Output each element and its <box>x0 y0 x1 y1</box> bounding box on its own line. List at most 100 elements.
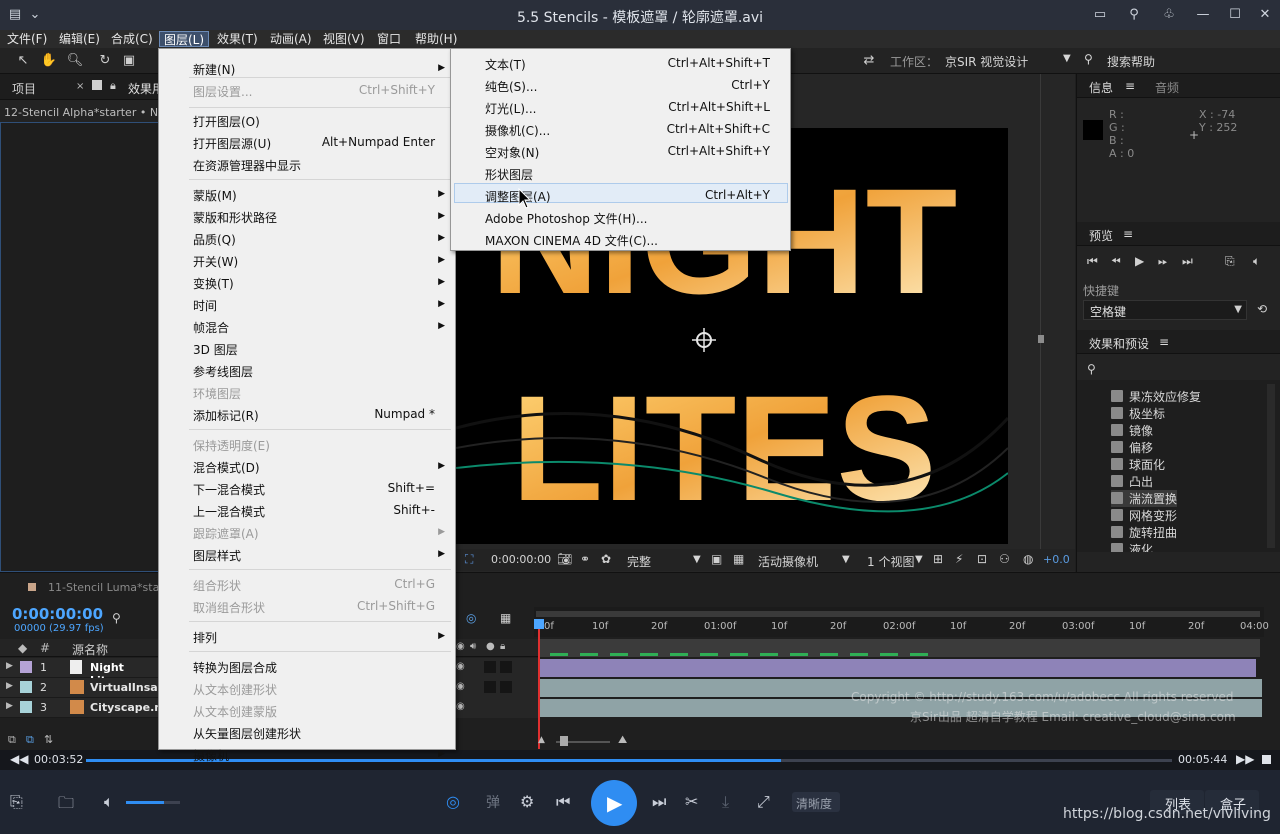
table-row[interactable]: ▶ 2 VirtualInsan <box>0 678 166 698</box>
layer-label-color[interactable] <box>20 681 32 693</box>
layer-label-color[interactable] <box>20 701 32 713</box>
switch-box[interactable] <box>484 661 496 673</box>
layer-menu-item[interactable]: 添加标记(R) Numpad * <box>159 405 455 425</box>
playlist-icon[interactable]: ⎘ <box>10 792 23 812</box>
timeline-link-icon[interactable]: ⊡ <box>977 552 987 566</box>
frame-blend-icon[interactable]: ⇅ <box>44 733 53 746</box>
adjustment-layer-item[interactable]: 调整图层(A) Ctrl+Alt+Y <box>451 185 790 205</box>
effect-item[interactable]: 旋转扭曲 <box>1111 524 1177 541</box>
switch-box[interactable] <box>500 661 512 673</box>
next-frame-icon[interactable]: ⏩︎ <box>1158 254 1168 269</box>
table-row[interactable]: ▶ 3 Cityscape.m <box>0 698 166 718</box>
pin-icon[interactable]: ⚲ <box>1125 6 1143 24</box>
close-icon[interactable]: ✕ <box>1256 6 1274 24</box>
workspace-icon[interactable]: ⇄ <box>858 52 880 70</box>
timeline-timecode[interactable]: 0:00:00:00 <box>12 605 103 623</box>
effect-item[interactable]: 镜像 <box>1111 422 1153 439</box>
settings-sliders-icon[interactable]: ⚙︎ <box>520 792 534 811</box>
workspace-select[interactable]: 京SIR 视觉设计 <box>945 53 1028 70</box>
timeline-search-icon[interactable]: ⚲ <box>112 611 121 625</box>
effect-item[interactable]: 极坐标 <box>1111 405 1165 422</box>
layer-menu-item[interactable]: 开关(W) ▶ <box>159 251 455 271</box>
layer-menu-item[interactable]: 摄像机 ▶ <box>159 745 455 765</box>
switch-box[interactable] <box>500 681 512 693</box>
tab-comp-other[interactable]: 11-Stencil Luma*start <box>48 581 168 594</box>
comp-flow-icon[interactable]: ⧉ <box>8 733 16 747</box>
shy-icon[interactable]: ⧉ <box>26 733 34 747</box>
skin-icon[interactable]: ♧ <box>1160 6 1178 24</box>
expand-icon[interactable]: ▶ <box>6 661 13 671</box>
zoom-slider-thumb[interactable] <box>560 736 568 746</box>
new-layer-item[interactable]: 纯色(S)... Ctrl+Y <box>451 75 790 95</box>
stop-icon[interactable] <box>1262 755 1271 764</box>
tab-info[interactable]: 信息 <box>1089 79 1113 96</box>
effect-item[interactable]: 球面化 <box>1111 456 1165 473</box>
open-folder-icon[interactable]: 🗀︎ <box>58 792 74 819</box>
effects-search-icon[interactable]: ⚲ <box>1087 362 1096 376</box>
first-frame-icon[interactable]: ⏮ <box>1087 254 1098 269</box>
preview-menu-icon[interactable]: ≡ <box>1123 227 1133 241</box>
camera-tool-icon[interactable]: ▣ <box>120 52 138 70</box>
lock-icon[interactable] <box>92 80 102 90</box>
snapshot-icon[interactable]: 📷︎ <box>557 552 572 566</box>
layer-menu-item[interactable]: 时间 ▶ <box>159 295 455 315</box>
layer-menu-item[interactable]: 在资源管理器中显示 <box>159 155 455 175</box>
exposure-value[interactable]: +0.0 <box>1043 553 1070 566</box>
hand-tool-icon[interactable]: ✋ <box>40 52 58 70</box>
message-icon[interactable]: ▭ <box>1091 6 1109 24</box>
menu-edit[interactable]: 编辑(E) <box>55 31 104 47</box>
layer-menu-item[interactable]: 图层样式 ▶ <box>159 545 455 565</box>
maximize-icon[interactable]: ☐ <box>1226 6 1244 24</box>
views-dropdown-icon[interactable]: ▼ <box>915 554 923 565</box>
last-frame-icon[interactable]: ⏭ <box>1182 254 1193 269</box>
3d-mode-icon[interactable]: ◎ <box>446 792 460 811</box>
viewer-timecode[interactable]: 0:00:00:00 <box>491 553 551 566</box>
layer-menu-item[interactable]: 变换(T) ▶ <box>159 273 455 293</box>
play-button[interactable]: ▶ <box>591 780 637 826</box>
rewind-icon[interactable]: ◀◀ <box>10 752 28 766</box>
minimize-icon[interactable]: — <box>1194 6 1212 24</box>
work-area-bar[interactable] <box>536 611 1260 617</box>
layer-menu-item[interactable]: 混合模式(D) ▶ <box>159 457 455 477</box>
quality-button[interactable]: 清晰度 <box>792 792 840 812</box>
resolution-dropdown-icon[interactable]: ▼ <box>693 554 701 565</box>
time-ruler[interactable]: 0f 10f 20f 01:00f 10f 20f 02:00f 10f 20f… <box>534 607 1269 637</box>
transparency-grid-icon[interactable]: ▦ <box>733 552 744 566</box>
new-layer-item[interactable]: MAXON CINEMA 4D 文件(C)... <box>451 229 790 249</box>
layer-menu-item[interactable]: 打开图层(O) <box>159 111 455 131</box>
new-layer-item[interactable]: Adobe Photoshop 文件(H)... <box>451 207 790 227</box>
reset-shortcut-icon[interactable]: ⟲ <box>1257 302 1267 316</box>
audio-preview-icon[interactable]: 🔈︎ <box>1253 254 1260 269</box>
selection-tool-icon[interactable]: ↖ <box>14 52 32 70</box>
eye-icon[interactable]: ◉ <box>456 661 465 672</box>
layer-menu-item[interactable]: 蒙版和形状路径 ▶ <box>159 207 455 227</box>
layer-menu-item[interactable]: 下一混合模式 Shift+= <box>159 479 455 499</box>
layer-menu-item[interactable]: 帧混合 ▶ <box>159 317 455 337</box>
reset-exposure-icon[interactable]: ◍ <box>1023 552 1033 566</box>
effect-item[interactable]: 凸出 <box>1111 473 1153 490</box>
expand-icon[interactable]: ▶ <box>6 681 13 691</box>
layer-menu-item[interactable]: 参考线图层 <box>159 361 455 381</box>
layer-bar-1[interactable] <box>540 659 1256 677</box>
layer-menu-item[interactable]: 排列 ▶ <box>159 627 455 647</box>
resolution-select[interactable]: 完整 <box>627 553 651 570</box>
layer-menu-item[interactable]: 转换为图层合成 <box>159 657 455 677</box>
effects-menu-icon[interactable]: ≡ <box>1159 335 1169 349</box>
camera-dropdown-icon[interactable]: ▼ <box>842 554 850 565</box>
tab-audio[interactable]: 音频 <box>1155 79 1179 96</box>
table-row[interactable]: ▶ 1 Night Lites.a <box>0 658 160 687</box>
zoom-tool-icon[interactable]: 🔍︎ <box>66 52 84 70</box>
layer-name[interactable]: Cityscape.m <box>90 701 166 714</box>
zoom-in-icon[interactable]: ⛰ <box>618 733 627 747</box>
effect-item[interactable]: 偏移 <box>1111 439 1153 456</box>
tab-project[interactable]: 项目 <box>12 80 36 97</box>
effect-item[interactable]: 网格变形 <box>1111 507 1177 524</box>
layer-menu-item[interactable]: 3D 图层 <box>159 339 455 359</box>
show-snapshot-icon[interactable]: ⚭ <box>580 552 590 566</box>
rotate-tool-icon[interactable]: ↻ <box>96 52 114 70</box>
effect-item[interactable]: 液化 <box>1111 541 1153 552</box>
previous-icon[interactable]: ⏮ <box>556 792 570 812</box>
fullscreen-icon[interactable]: ⤢ <box>757 792 770 812</box>
menu-layer[interactable]: 图层(L) <box>159 31 210 47</box>
motion-blur-icon[interactable]: ◎ <box>466 611 476 625</box>
